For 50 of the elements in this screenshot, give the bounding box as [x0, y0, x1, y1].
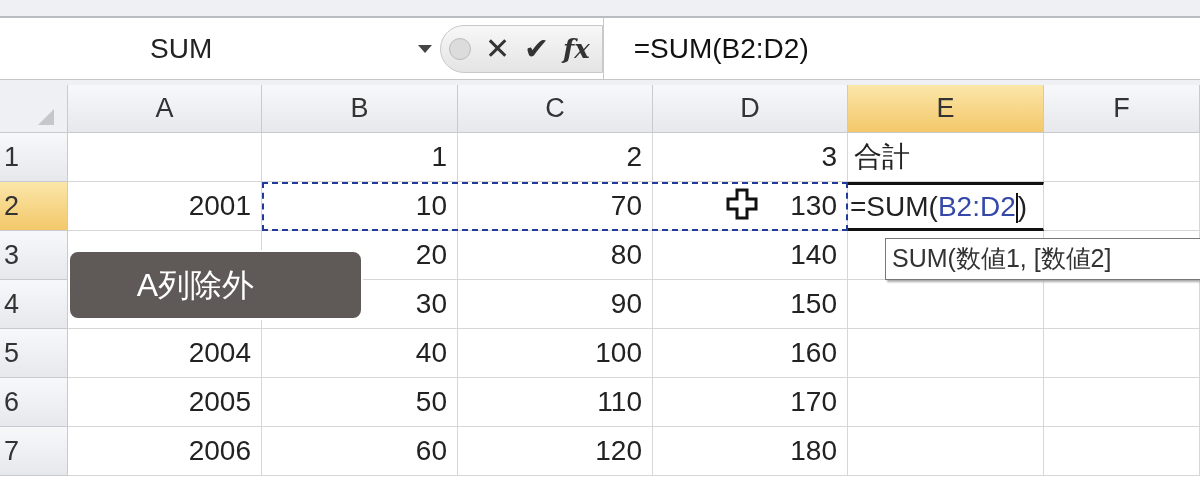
table-cell-text: 2006 [188, 434, 251, 468]
row-header[interactable]: 7 [0, 427, 68, 476]
table-cell-text: 50 [415, 385, 447, 419]
table-cell-text: 110 [597, 385, 642, 419]
table-cell-text: 30 [415, 287, 447, 321]
row-header[interactable]: 4 [0, 280, 68, 329]
column-header[interactable]: F [1044, 85, 1200, 133]
cancel-button[interactable]: ✕ [485, 33, 510, 64]
table-cell-text: 2004 [188, 336, 251, 370]
row-header[interactable]: 1 [0, 133, 68, 182]
table-cell-text: 90 [610, 287, 642, 321]
column-header[interactable]: A [68, 85, 262, 133]
table-cell-text: 180 [790, 434, 837, 468]
table-cell-text: 10 [415, 189, 447, 223]
splitter-handle[interactable] [449, 37, 471, 60]
table-cell-text: 合計 [854, 140, 910, 174]
table-cell-text: 150 [790, 287, 837, 321]
table-cell-text: 2005 [188, 385, 251, 419]
column-header[interactable]: D [653, 85, 848, 133]
select-all-corner[interactable] [0, 85, 68, 133]
row-header[interactable]: 2 [0, 182, 68, 231]
row-header[interactable]: 6 [0, 378, 68, 427]
table-cell-text: 2001 [188, 189, 251, 223]
table-cell-text: 3 [821, 140, 837, 174]
insert-function-button[interactable]: fx [563, 35, 590, 62]
table-cell-text: 170 [790, 385, 837, 419]
table-cell-text: 70 [610, 189, 642, 223]
caption-label: A列除外 [68, 250, 363, 320]
table-cell-text: 60 [415, 434, 447, 468]
table-cell-text: 100 [595, 336, 642, 370]
column-header[interactable]: C [458, 85, 653, 133]
table-cell-text: 160 [790, 336, 837, 370]
table-cell-text: 2 [626, 140, 642, 174]
function-tooltip: SUM(数値1, [数値2] [885, 238, 1200, 280]
table-cell-text: 130 [790, 189, 837, 223]
table-cell-text: 80 [610, 238, 642, 272]
column-header[interactable]: E [848, 85, 1044, 133]
row-header[interactable]: 3 [0, 231, 68, 280]
table-cell-text: 20 [415, 238, 447, 272]
cross-cursor-icon [726, 188, 758, 220]
table-cell-text: 1 [431, 140, 447, 174]
table-cell-text: 40 [415, 336, 447, 370]
table-cell-text: 140 [790, 238, 837, 272]
dropdown-arrow-icon[interactable] [416, 43, 434, 54]
formula-input[interactable]: =SUM(B2:D2) [633, 27, 809, 70]
name-box[interactable]: SUM [150, 27, 416, 70]
row-header[interactable]: 5 [0, 329, 68, 378]
table-cell-text: 120 [595, 434, 642, 468]
column-header[interactable]: B [262, 85, 458, 133]
enter-button[interactable]: ✔ [524, 33, 549, 64]
